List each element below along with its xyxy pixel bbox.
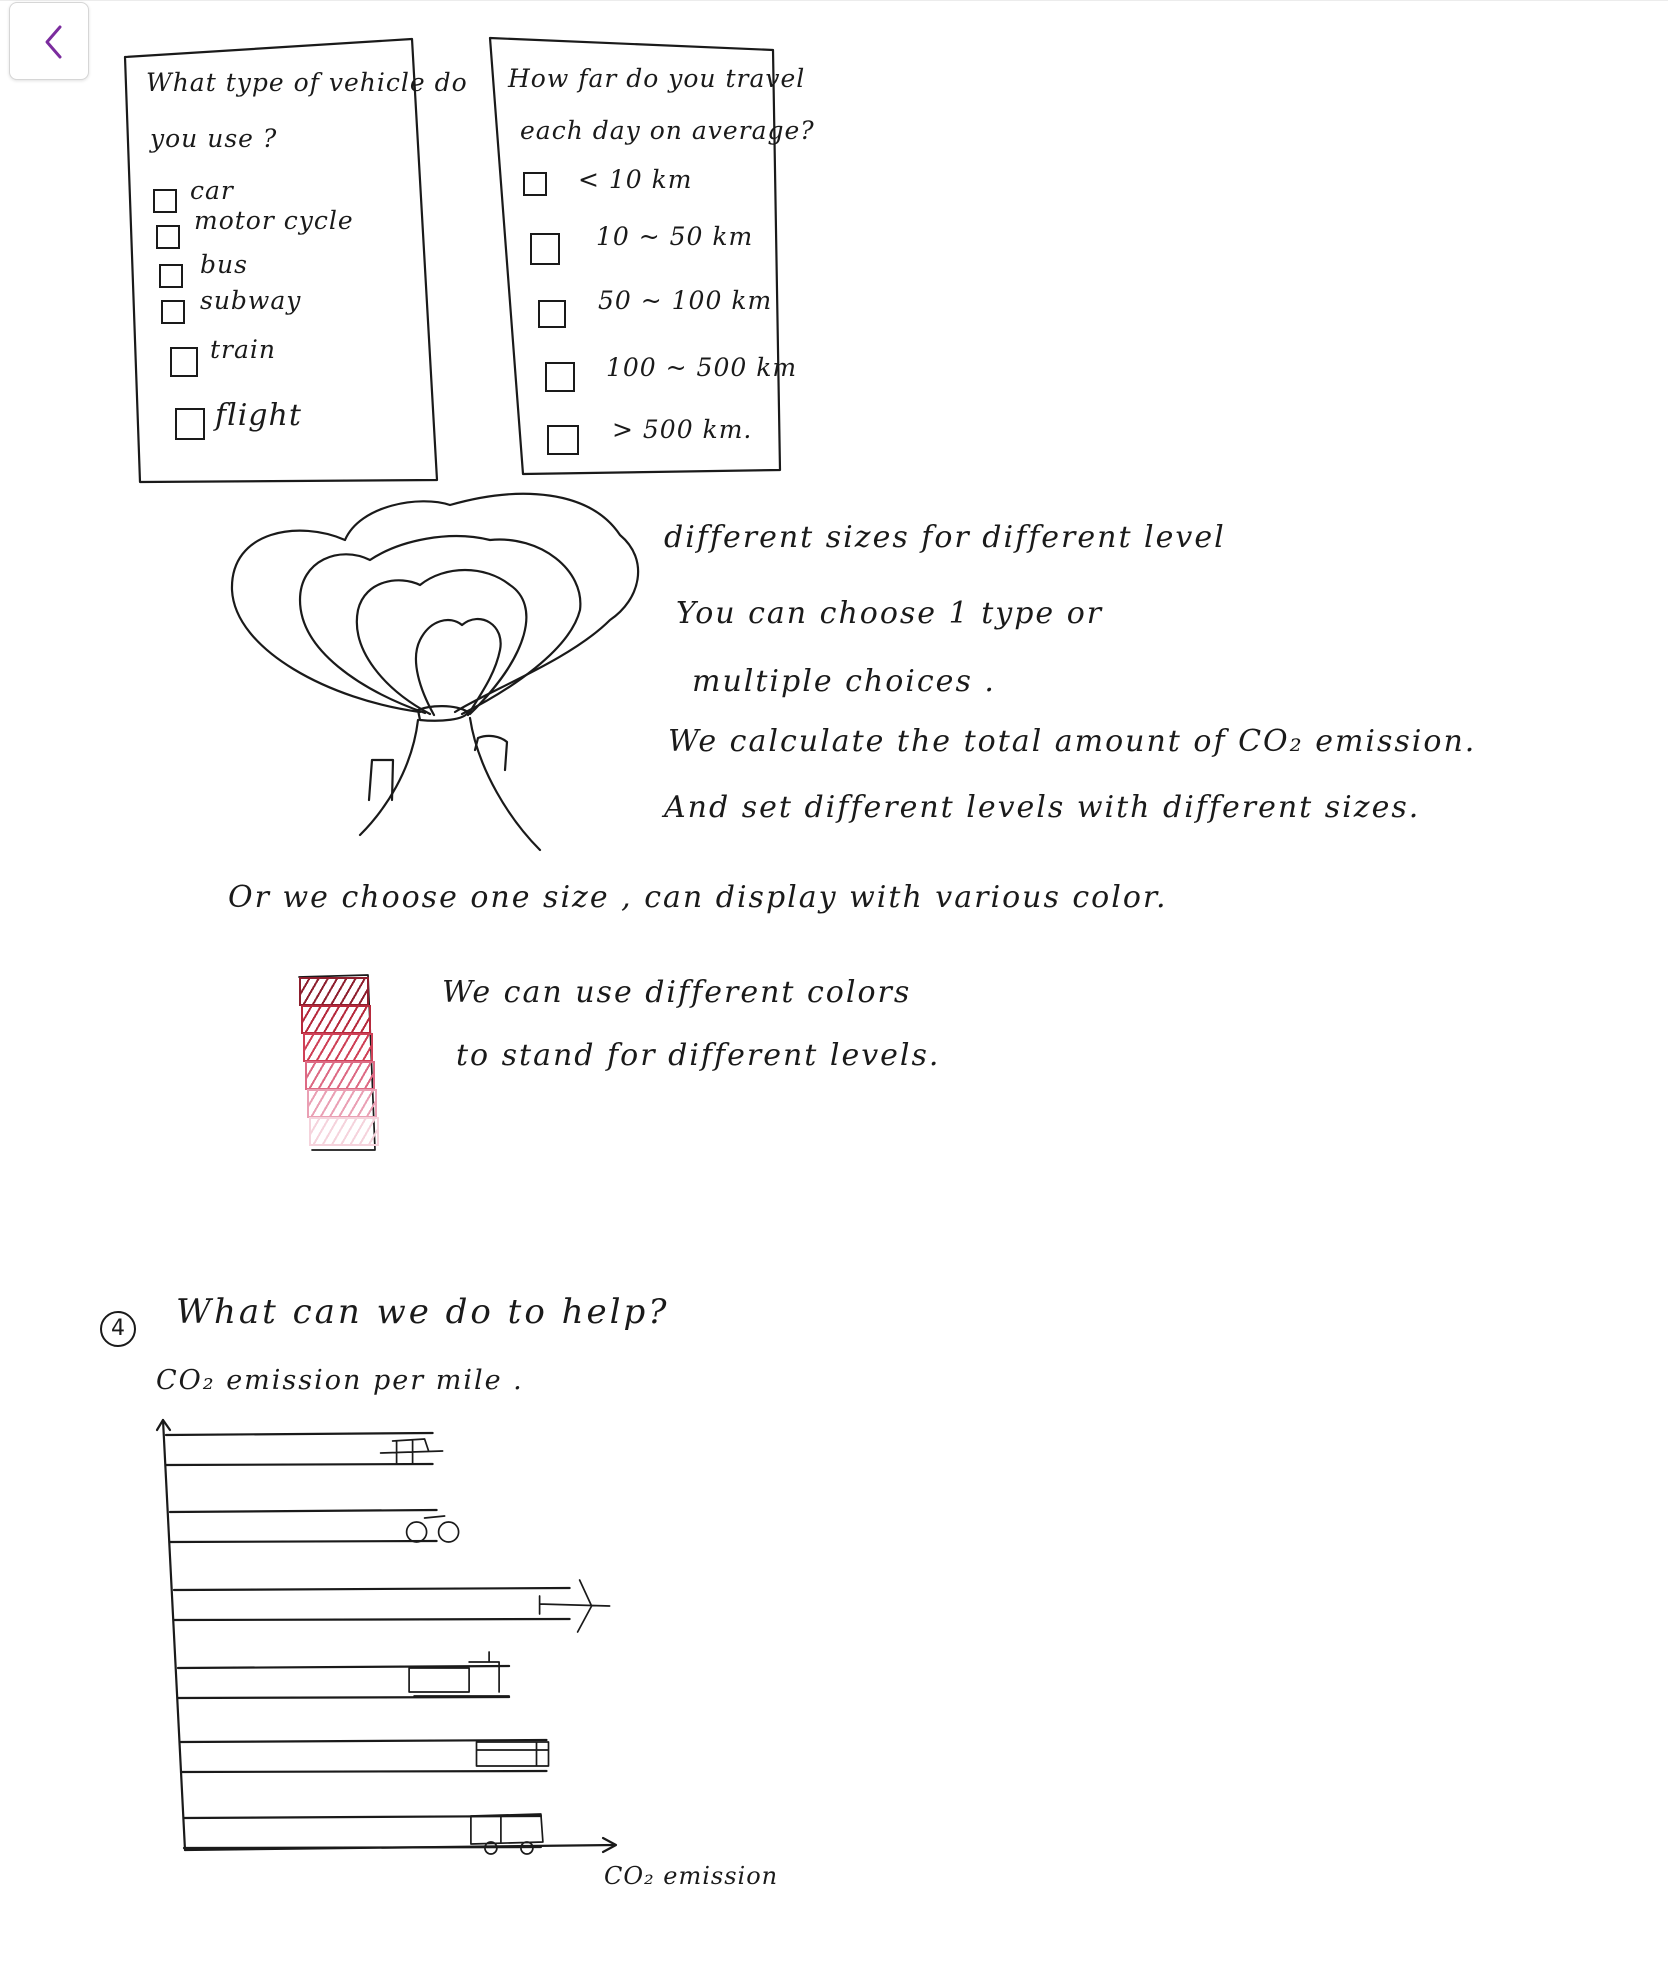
checkbox-train[interactable]	[170, 347, 198, 377]
option-flight: flight	[215, 398, 302, 433]
note-line2: You can choose 1 type or	[676, 596, 1104, 631]
bar-train-bottom	[176, 1695, 511, 1700]
bar-motorcycle	[168, 1508, 438, 1514]
distance-question-line1: How far do you travel	[508, 64, 806, 93]
option-50-100km: 50 ~ 100 km	[598, 286, 773, 315]
color-level-4	[305, 1061, 375, 1090]
bar-motorcycle-bottom	[168, 1539, 438, 1544]
option-over-500km: > 500 km.	[612, 415, 753, 444]
section-title: What can we do to help?	[176, 1292, 670, 1332]
note-line1: different sizes for different level	[664, 520, 1226, 555]
chart-bars	[164, 1431, 571, 1850]
bar-car	[164, 1431, 434, 1437]
option-under-10km: < 10 km	[578, 165, 693, 194]
color-level-5	[307, 1089, 377, 1118]
color-level-2	[301, 1005, 371, 1034]
chart-axes	[155, 1418, 618, 1854]
bar-subway-bottom	[179, 1769, 548, 1774]
checkbox-100-500km[interactable]	[545, 362, 575, 392]
section-number: 4	[100, 1311, 136, 1347]
subway-icon-path	[475, 1741, 550, 1767]
note-line4: We calculate the total amount of CO₂ emi…	[668, 724, 1477, 759]
checkbox-10-50km[interactable]	[530, 233, 560, 265]
note-line8: to stand for different levels.	[456, 1038, 941, 1073]
chart-x-axis-label: CO₂ emission	[604, 1862, 779, 1890]
option-motorcycle: motor cycle	[194, 206, 354, 235]
option-10-50km: 10 ~ 50 km	[596, 222, 754, 251]
checkbox-flight[interactable]	[175, 408, 205, 440]
vehicle-question-line2: you use ?	[150, 124, 278, 153]
bar-flight	[172, 1586, 571, 1592]
bar-flight-bottom	[172, 1617, 571, 1622]
checkbox-subway[interactable]	[161, 300, 185, 324]
bar-bus-bottom	[182, 1845, 543, 1850]
note-line3: multiple choices .	[692, 664, 996, 699]
checkbox-motorcycle[interactable]	[156, 225, 180, 249]
checkbox-over-500km[interactable]	[547, 425, 579, 455]
option-bus: bus	[200, 250, 248, 279]
chart-subtitle: CO₂ emission per mile .	[156, 1365, 524, 1396]
chart-icons	[379, 1438, 611, 1855]
option-100-500km: 100 ~ 500 km	[606, 353, 798, 382]
checkbox-bus[interactable]	[159, 264, 183, 288]
checkbox-under-10km[interactable]	[523, 172, 547, 196]
car-icon-path	[379, 1438, 444, 1464]
vehicle-question-line1: What type of vehicle do	[146, 68, 468, 97]
emission-cloud-icon	[230, 492, 640, 852]
option-subway: subway	[200, 286, 302, 315]
train-icon-path	[408, 1651, 510, 1697]
color-level-3	[303, 1033, 373, 1062]
subway-icon	[475, 1741, 550, 1767]
motorcycle-icon-path	[405, 1515, 460, 1543]
note-line7: We can use different colors	[442, 975, 912, 1010]
train-icon	[408, 1651, 510, 1697]
checkbox-car[interactable]	[153, 189, 177, 213]
bar-car-bottom	[164, 1462, 434, 1467]
distance-question-line2: each day on average?	[520, 116, 815, 145]
checkbox-50-100km[interactable]	[538, 300, 566, 328]
motorcycle-icon	[405, 1515, 460, 1543]
car-icon	[379, 1438, 444, 1464]
color-level-6	[309, 1117, 379, 1146]
note-line6: Or we choose one size , can display with…	[228, 880, 1168, 915]
color-level-1	[299, 977, 369, 1006]
option-train: train	[210, 335, 276, 364]
note-line5: And set different levels with different …	[664, 790, 1421, 825]
option-car: car	[190, 176, 234, 205]
